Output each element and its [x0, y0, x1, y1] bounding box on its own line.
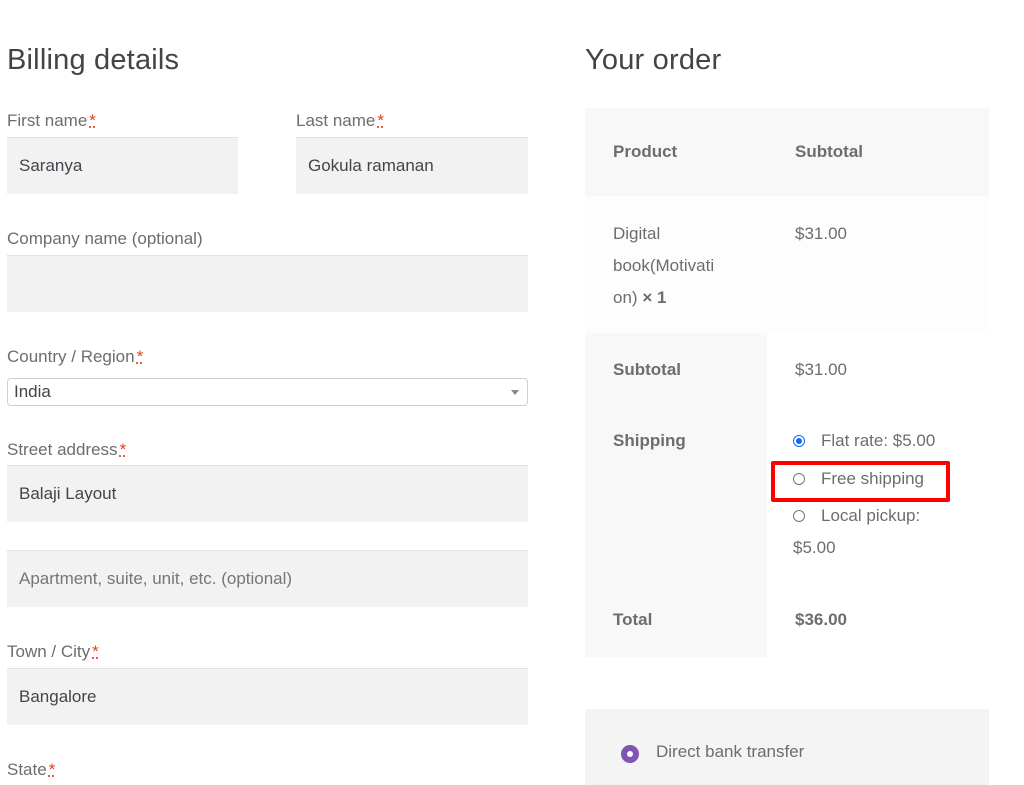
required-mark: *: [89, 111, 96, 130]
first-name-label-text: First name: [7, 111, 88, 130]
state-label: State *: [7, 760, 55, 780]
shipping-option-local-pickup[interactable]: Local pickup:: [793, 500, 920, 532]
required-mark: *: [136, 347, 144, 366]
country-label: Country / Region *: [7, 347, 143, 367]
last-name-input[interactable]: [296, 137, 528, 194]
last-name-label-text: Last name: [296, 111, 376, 130]
radio-unchecked-icon[interactable]: [793, 510, 805, 522]
first-name-label: First name *: [7, 111, 96, 131]
required-mark: *: [48, 760, 56, 779]
subtotal-value: $31.00: [795, 360, 847, 379]
radio-checked-icon[interactable]: [793, 435, 805, 447]
shipping-option-label: Flat rate: $5.00: [821, 431, 936, 450]
table-row: Digital book(Motivati on) × 1 $31.00: [585, 196, 989, 333]
country-select-value: India: [14, 382, 51, 401]
required-mark: *: [92, 642, 99, 661]
required-mark: *: [377, 111, 385, 130]
total-value: $36.00: [795, 610, 847, 629]
product-name-line1: Digital: [613, 224, 661, 243]
total-label: Total: [613, 610, 653, 629]
country-select[interactable]: India: [7, 378, 528, 406]
radio-selected-icon[interactable]: [621, 745, 639, 763]
subtotal-label: Subtotal: [613, 360, 681, 379]
company-label: Company name (optional): [7, 229, 203, 248]
chevron-down-icon: [511, 390, 519, 395]
country-label-text: Country / Region: [7, 347, 135, 366]
shipping-option-label: Local pickup:: [821, 506, 921, 525]
state-label-text: State: [7, 760, 47, 779]
last-name-label: Last name *: [296, 111, 384, 131]
billing-title: Billing details: [7, 44, 180, 76]
header-subtotal: Subtotal: [795, 142, 863, 161]
company-input[interactable]: [7, 255, 528, 312]
highlight-annotation-box: [771, 461, 950, 502]
product-name-line3: on) × 1: [613, 282, 666, 314]
street-label-text: Street address: [7, 440, 118, 459]
required-mark: *: [119, 440, 127, 459]
apartment-input[interactable]: [7, 550, 528, 607]
first-name-input[interactable]: [7, 137, 238, 194]
street-address-input[interactable]: [7, 465, 528, 522]
header-product: Product: [613, 142, 678, 161]
product-name-line3-text: on): [613, 288, 638, 307]
street-label: Street address *: [7, 440, 126, 460]
payment-methods: Direct bank transfer: [585, 709, 989, 785]
order-title: Your order: [585, 44, 722, 76]
shipping-option-flat-rate[interactable]: Flat rate: $5.00: [793, 425, 935, 457]
product-quantity: × 1: [642, 288, 667, 307]
payment-method-direct-bank-transfer[interactable]: Direct bank transfer: [656, 742, 804, 762]
product-name-line2: book(Motivati: [613, 256, 715, 275]
shipping-label: Shipping: [613, 431, 686, 450]
city-label-text: Town / City: [7, 642, 91, 661]
city-label: Town / City *: [7, 642, 99, 662]
city-input[interactable]: [7, 668, 528, 725]
product-subtotal: $31.00: [795, 224, 847, 243]
shipping-option-local-pickup-price: $5.00: [793, 538, 836, 557]
order-table-header: Product Subtotal: [585, 108, 989, 196]
